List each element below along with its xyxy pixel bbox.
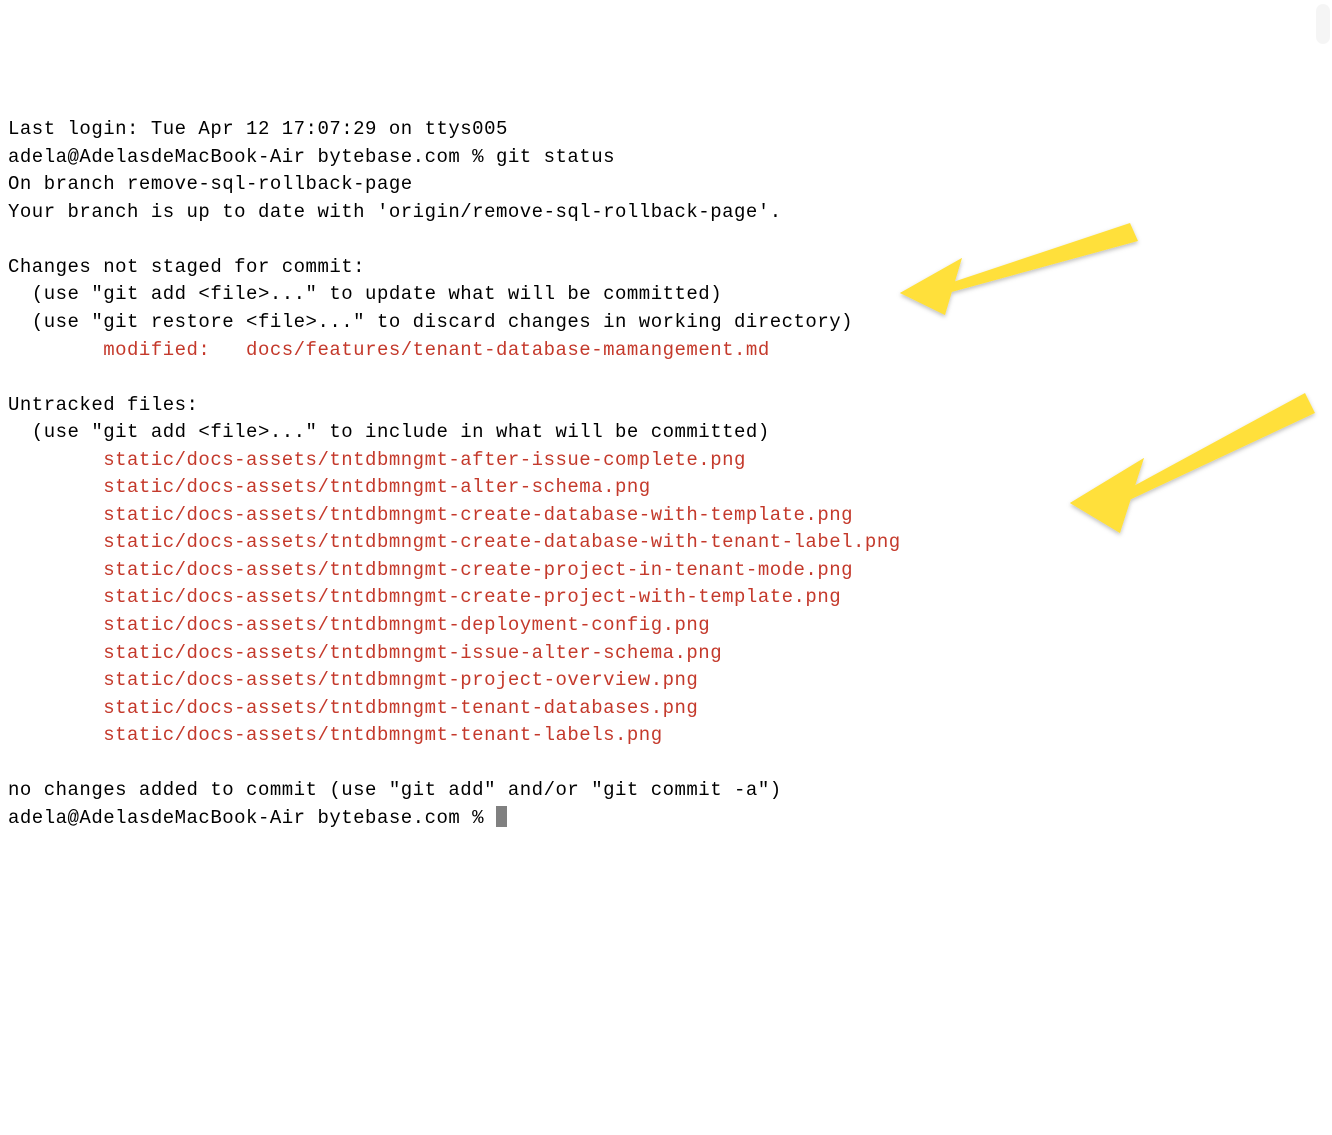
branch-line: On branch remove-sql-rollback-page (8, 173, 413, 195)
untracked-header: Untracked files: (8, 394, 198, 416)
changes-not-staged-header: Changes not staged for commit: (8, 256, 365, 278)
untracked-file: static/docs-assets/tntdbmngmt-after-issu… (8, 449, 746, 471)
untracked-file: static/docs-assets/tntdbmngmt-issue-alte… (8, 642, 722, 664)
cursor-icon (496, 806, 507, 827)
uptodate-line: Your branch is up to date with 'origin/r… (8, 201, 782, 223)
hint-git-add: (use "git add <file>..." to update what … (8, 283, 722, 305)
hint-git-restore: (use "git restore <file>..." to discard … (8, 311, 853, 333)
terminal-output[interactable]: Last login: Tue Apr 12 17:07:29 on ttys0… (8, 116, 1324, 832)
untracked-file: static/docs-assets/tntdbmngmt-alter-sche… (8, 476, 651, 498)
command-git-status: git status (496, 146, 615, 168)
hint-include: (use "git add <file>..." to include in w… (8, 421, 770, 443)
scrollbar[interactable] (1316, 4, 1330, 44)
prompt-1: adela@AdelasdeMacBook-Air bytebase.com % (8, 146, 496, 168)
modified-file: docs/features/tenant-database-mamangemen… (246, 339, 770, 361)
untracked-file: static/docs-assets/tntdbmngmt-create-pro… (8, 586, 841, 608)
untracked-file: static/docs-assets/tntdbmngmt-tenant-dat… (8, 697, 698, 719)
untracked-file: static/docs-assets/tntdbmngmt-create-dat… (8, 504, 853, 526)
no-changes-line: no changes added to commit (use "git add… (8, 779, 782, 801)
untracked-file: static/docs-assets/tntdbmngmt-deployment… (8, 614, 710, 636)
last-login-line: Last login: Tue Apr 12 17:07:29 on ttys0… (8, 118, 508, 140)
modified-label: modified: (8, 339, 246, 361)
untracked-file: static/docs-assets/tntdbmngmt-project-ov… (8, 669, 698, 691)
untracked-file: static/docs-assets/tntdbmngmt-create-dat… (8, 531, 901, 553)
untracked-file: static/docs-assets/tntdbmngmt-tenant-lab… (8, 724, 663, 746)
prompt-2: adela@AdelasdeMacBook-Air bytebase.com % (8, 807, 496, 829)
untracked-file: static/docs-assets/tntdbmngmt-create-pro… (8, 559, 853, 581)
